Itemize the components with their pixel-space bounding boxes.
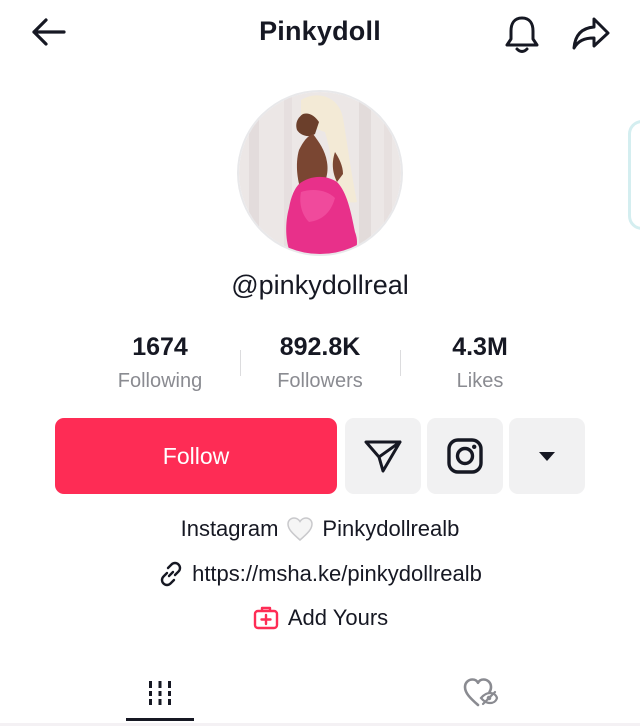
instagram-button[interactable]: [427, 418, 503, 494]
bio-instagram-line: Instagram Pinkydollrealb: [0, 516, 640, 542]
stat-value: 1674: [132, 333, 188, 361]
link-icon: [160, 561, 182, 587]
add-yours-link[interactable]: Add Yours: [0, 605, 640, 631]
stat-likes[interactable]: 4.3M Likes: [400, 330, 560, 393]
active-tab-indicator: [126, 718, 194, 721]
side-panel-hint: [628, 120, 640, 230]
tab-videos[interactable]: [0, 660, 320, 726]
bio-text: Pinkydollrealb: [322, 516, 460, 541]
instagram-icon: [447, 438, 483, 474]
tab-liked[interactable]: [320, 660, 640, 726]
stat-value: 892.8K: [279, 333, 361, 361]
stat-label: Likes: [456, 370, 504, 392]
bio-text: Instagram: [180, 516, 279, 541]
share-forward-icon: [572, 17, 610, 50]
add-yours-label: Add Yours: [287, 605, 389, 630]
bell-icon: [505, 16, 539, 53]
bio-link[interactable]: https://msha.ke/pinkydollrealb: [0, 561, 640, 587]
white-heart-icon: [287, 517, 314, 541]
top-bar: Pinkydoll: [0, 0, 640, 66]
send-message-icon: [364, 440, 402, 473]
stat-label: Following: [117, 370, 203, 392]
more-options-button[interactable]: [509, 418, 585, 494]
grid-videos-icon: [145, 681, 175, 705]
profile-photo: [239, 92, 401, 254]
bio-link-text: https://msha.ke/pinkydollrealb: [192, 561, 482, 586]
stat-following[interactable]: 1674 Following: [80, 330, 240, 393]
message-button[interactable]: [345, 418, 421, 494]
content-tabs: [0, 660, 640, 726]
username-handle: @pinkydollreal: [231, 270, 409, 300]
add-yours-icon: [253, 606, 279, 630]
stat-followers[interactable]: 892.8K Followers: [240, 330, 400, 393]
stat-value: 4.3M: [452, 333, 508, 361]
page-title: Pinkydoll: [259, 16, 381, 46]
caret-down-icon: [539, 452, 555, 461]
profile-stats: 1674 Following 892.8K Followers 4.3M Lik…: [80, 330, 560, 400]
notifications-button[interactable]: [500, 12, 544, 56]
liked-hidden-icon: [463, 678, 499, 707]
avatar[interactable]: [237, 90, 403, 256]
share-button[interactable]: [568, 12, 614, 56]
follow-button[interactable]: Follow: [55, 418, 337, 494]
stat-label: Followers: [277, 370, 363, 392]
